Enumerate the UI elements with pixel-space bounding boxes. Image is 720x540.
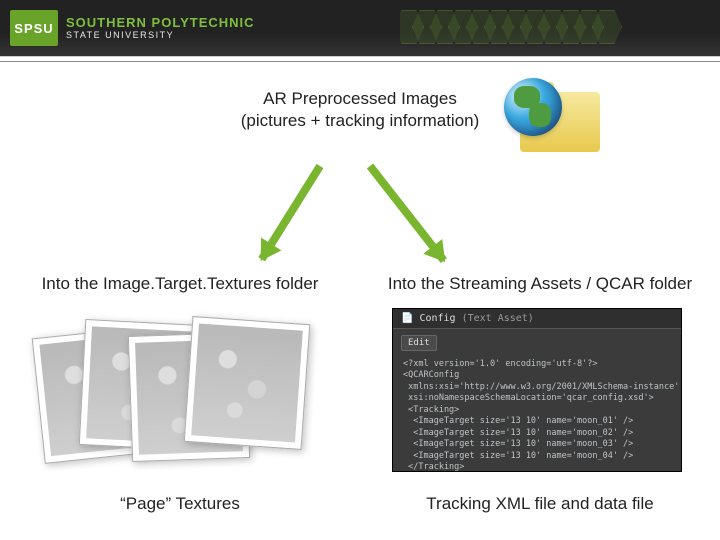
config-name: Config <box>419 313 455 324</box>
caption-left: “Page” Textures <box>10 494 350 514</box>
logo-line2: STATE UNIVERSITY <box>66 31 255 40</box>
logo-text: SOUTHERN POLYTECHNIC STATE UNIVERSITY <box>66 16 255 40</box>
title-line2: (pictures + tracking information) <box>0 110 720 132</box>
logo-abbrev: SPSU <box>10 10 58 46</box>
title-line1: AR Preprocessed Images <box>0 88 720 110</box>
column-left-header: Into the Image.Target.Textures folder <box>10 274 350 294</box>
university-logo: SPSU SOUTHERN POLYTECHNIC STATE UNIVERSI… <box>0 0 255 56</box>
slide-title: AR Preprocessed Images (pictures + track… <box>0 88 720 132</box>
caption-right: Tracking XML file and data file <box>370 494 710 514</box>
app-header: SPSU SOUTHERN POLYTECHNIC STATE UNIVERSI… <box>0 0 720 56</box>
page-texture-image <box>184 316 311 450</box>
edit-button[interactable]: Edit <box>401 335 437 351</box>
inspector-panel: 📄 Config (Text Asset) Edit <?xml version… <box>392 308 682 472</box>
header-hex-pattern <box>400 0 720 56</box>
globe-folder-icon <box>510 82 600 162</box>
arrow-left-icon <box>258 164 323 262</box>
column-right-header: Into the Streaming Assets / QCAR folder <box>370 274 710 294</box>
inspector-header: 📄 Config (Text Asset) <box>393 309 681 329</box>
xml-content: <?xml version='1.0' encoding='utf-8'?> <… <box>393 357 681 472</box>
arrow-right-icon <box>367 164 447 263</box>
globe-icon <box>504 78 562 136</box>
logo-line1: SOUTHERN POLYTECHNIC <box>66 16 255 29</box>
slide-content: AR Preprocessed Images (pictures + track… <box>0 62 720 540</box>
page-textures-stack <box>38 314 318 474</box>
asset-type: (Text Asset) <box>462 313 534 324</box>
doc-icon: 📄 <box>401 313 413 324</box>
